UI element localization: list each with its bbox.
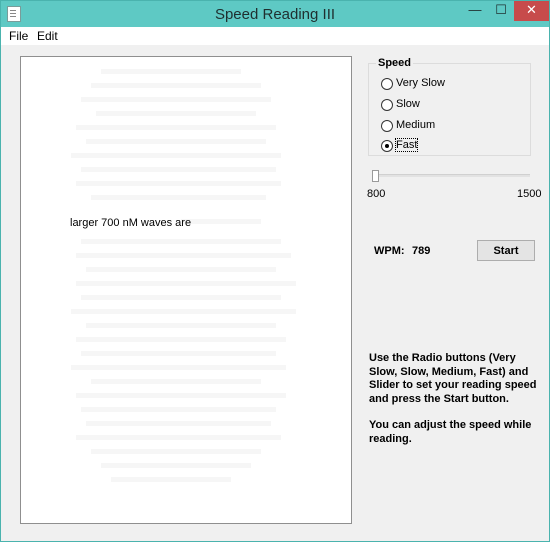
speed-groupbox — [368, 63, 531, 156]
faded-text-line — [76, 393, 286, 398]
faded-text-line — [86, 267, 276, 272]
close-button[interactable]: ✕ — [514, 1, 549, 21]
menu-file[interactable]: File — [9, 29, 28, 43]
radio-selected-dot-icon — [385, 144, 389, 148]
faded-text-line — [111, 477, 231, 482]
radio-circle-icon[interactable] — [381, 120, 393, 132]
speed-slider-track[interactable] — [373, 174, 530, 177]
wpm-value: 789 — [412, 245, 431, 257]
faded-text-line — [71, 153, 281, 158]
faded-text-line — [86, 421, 271, 426]
app-window: Speed Reading III — ☐ ✕ File Edit larger… — [0, 0, 550, 542]
slider-max-label: 1500 — [517, 188, 542, 200]
faded-text-line — [76, 337, 286, 342]
radio-label[interactable]: Medium — [396, 119, 435, 131]
faded-text-line — [76, 281, 296, 286]
menu-edit[interactable]: Edit — [37, 29, 58, 43]
radio-circle-icon[interactable] — [381, 78, 393, 90]
radio-label[interactable]: Slow — [396, 98, 420, 110]
speed-slider-thumb[interactable] — [372, 170, 379, 182]
faded-text-line — [76, 125, 276, 130]
instructions-paragraph: Use the Radio buttons (Very Slow, Slow, … — [369, 352, 537, 405]
speed-groupbox-label: Speed — [376, 57, 414, 69]
faded-text-line — [81, 97, 271, 102]
faded-text-line — [86, 323, 276, 328]
instructions: Use the Radio buttons (Very Slow, Slow, … — [369, 352, 541, 459]
radio-circle-icon[interactable] — [381, 99, 393, 111]
wpm-label: WPM: — [374, 245, 405, 257]
faded-text-line — [76, 181, 281, 186]
faded-text-line — [86, 139, 266, 144]
menu-bar: File Edit — [1, 27, 549, 45]
faded-text-line — [76, 435, 281, 440]
faded-text-line — [81, 295, 281, 300]
radio-label[interactable]: Very Slow — [396, 77, 445, 89]
title-bar[interactable]: Speed Reading III — ☐ ✕ — [1, 1, 549, 27]
faded-text-line — [91, 195, 266, 200]
faded-text-line — [101, 463, 251, 468]
faded-text-line — [81, 351, 276, 356]
faded-text-line — [76, 253, 291, 258]
faded-text-line — [181, 219, 261, 224]
minimize-button[interactable]: — — [462, 1, 488, 21]
faded-text-line — [91, 379, 261, 384]
faded-text-line — [96, 111, 256, 116]
faded-text-line — [91, 83, 261, 88]
faded-text-line — [91, 449, 261, 454]
reading-pane[interactable]: larger 700 nM waves are — [20, 56, 352, 524]
current-reading-text: larger 700 nM waves are — [70, 217, 192, 229]
faded-text-line — [101, 69, 241, 74]
instructions-paragraph: You can adjust the speed while reading. — [369, 419, 532, 445]
maximize-button[interactable]: ☐ — [488, 1, 514, 21]
faded-text-line — [71, 309, 296, 314]
radio-circle-icon[interactable] — [381, 140, 393, 152]
radio-label[interactable]: Fast — [394, 138, 419, 152]
faded-text-line — [81, 167, 276, 172]
slider-min-label: 800 — [367, 188, 386, 200]
start-button[interactable]: Start — [477, 240, 535, 261]
faded-text-line — [81, 407, 276, 412]
faded-text-line — [81, 239, 281, 244]
faded-text-line — [71, 365, 286, 370]
